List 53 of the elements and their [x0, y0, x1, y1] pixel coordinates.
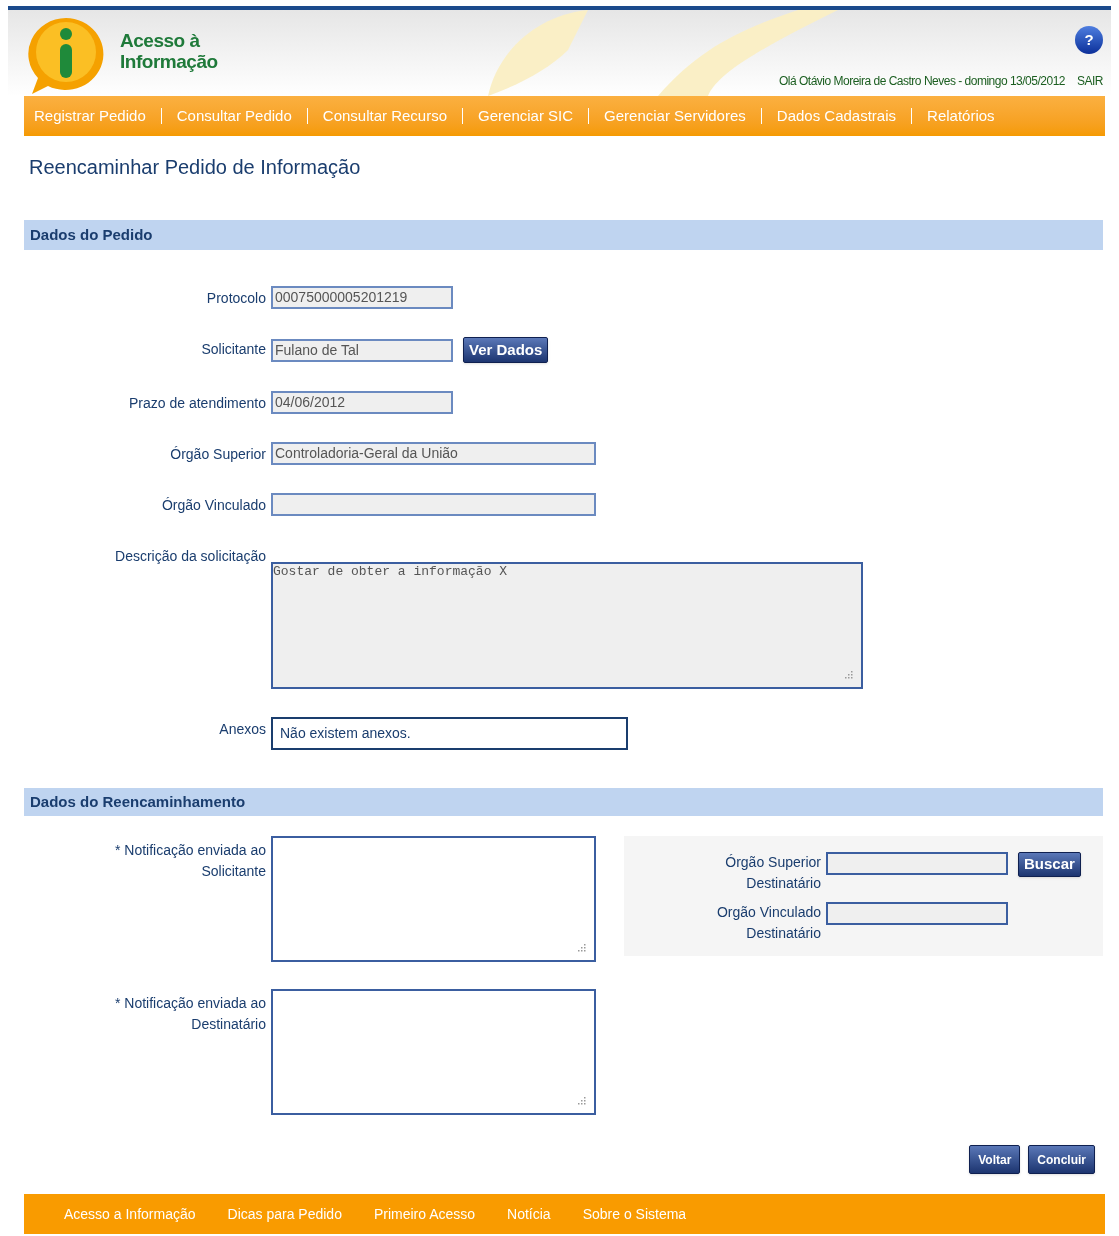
- notification-textarea[interactable]: [271, 989, 596, 1115]
- search-button[interactable]: Buscar: [1018, 852, 1081, 877]
- menu-item[interactable]: Gerenciar Servidores: [604, 104, 746, 128]
- page-title: Reencaminhar Pedido de Informação: [29, 155, 362, 180]
- menu-item[interactable]: Gerenciar SIC: [478, 104, 574, 128]
- menu-item[interactable]: Consultar Pedido: [176, 104, 292, 128]
- logo-text: Acesso à: [120, 30, 201, 51]
- text-input[interactable]: 00075000005201219: [271, 286, 453, 309]
- field-label: Destinatário: [746, 874, 821, 893]
- field-label: Órgão Vinculado: [160, 496, 267, 515]
- menu-item[interactable]: Registrar Pedido: [34, 104, 146, 128]
- action-button[interactable]: Voltar: [969, 1145, 1021, 1174]
- footer-link[interactable]: Sobre o Sistema: [582, 1203, 687, 1225]
- section-header: Dados do Pedido: [24, 220, 1103, 250]
- field-label: Solicitante: [201, 862, 266, 881]
- description-textarea[interactable]: Gostar de obter a informação X: [271, 562, 863, 689]
- footer-link[interactable]: Notícia: [507, 1203, 551, 1225]
- attachments-box: Não existem anexos.: [271, 717, 628, 750]
- footer-link[interactable]: Primeiro Acesso: [373, 1203, 476, 1225]
- text-input[interactable]: Controladoria-Geral da União: [271, 442, 596, 465]
- view-data-button[interactable]: Ver Dados: [463, 337, 549, 363]
- field-label: Anexos: [218, 720, 267, 739]
- field-label: Órgão Superior: [725, 853, 821, 872]
- field-label: Prazo de atendimento: [128, 394, 267, 413]
- menu-item[interactable]: Consultar Recurso: [322, 104, 448, 128]
- text-input[interactable]: [826, 852, 1008, 875]
- field-label: Protocolo: [205, 289, 267, 308]
- menu-item[interactable]: Relatórios: [927, 104, 995, 128]
- text-input[interactable]: Fulano de Tal: [271, 338, 453, 362]
- resize-grip-icon[interactable]: [843, 669, 853, 679]
- resize-grip-icon[interactable]: [576, 942, 586, 952]
- field-label: Destinatário: [746, 924, 821, 943]
- notification-textarea[interactable]: [271, 836, 596, 962]
- text-input[interactable]: [826, 902, 1008, 925]
- field-label: Orgão Vinculado: [716, 903, 821, 922]
- field-label: Solicitante: [200, 340, 267, 359]
- footer-link[interactable]: Acesso a Informação: [64, 1203, 196, 1225]
- action-button[interactable]: Concluir: [1028, 1145, 1095, 1174]
- text-input[interactable]: 04/06/2012: [271, 391, 453, 414]
- logo-text: Informação: [120, 51, 218, 72]
- field-label: * Notificação enviada ao: [115, 994, 266, 1013]
- help-button[interactable]: ?: [1075, 26, 1103, 54]
- logout-link[interactable]: SAIR: [1077, 72, 1103, 90]
- greeting-text: Olá Otávio Moreira de Castro Neves - domingo 13/05/2012: [779, 73, 1065, 90]
- field-label: * Notificação enviada ao: [115, 841, 266, 860]
- section-header: Dados do Reencaminhamento: [24, 788, 1103, 816]
- field-label: Destinatário: [191, 1015, 266, 1034]
- footer-link[interactable]: Dicas para Pedido: [227, 1203, 342, 1225]
- menu-item[interactable]: Dados Cadastrais: [776, 104, 897, 128]
- field-label: Descrição da solicitação: [114, 547, 267, 566]
- field-label: Órgão Superior: [169, 445, 267, 464]
- text-input[interactable]: [271, 493, 596, 516]
- resize-grip-icon[interactable]: [576, 1095, 586, 1105]
